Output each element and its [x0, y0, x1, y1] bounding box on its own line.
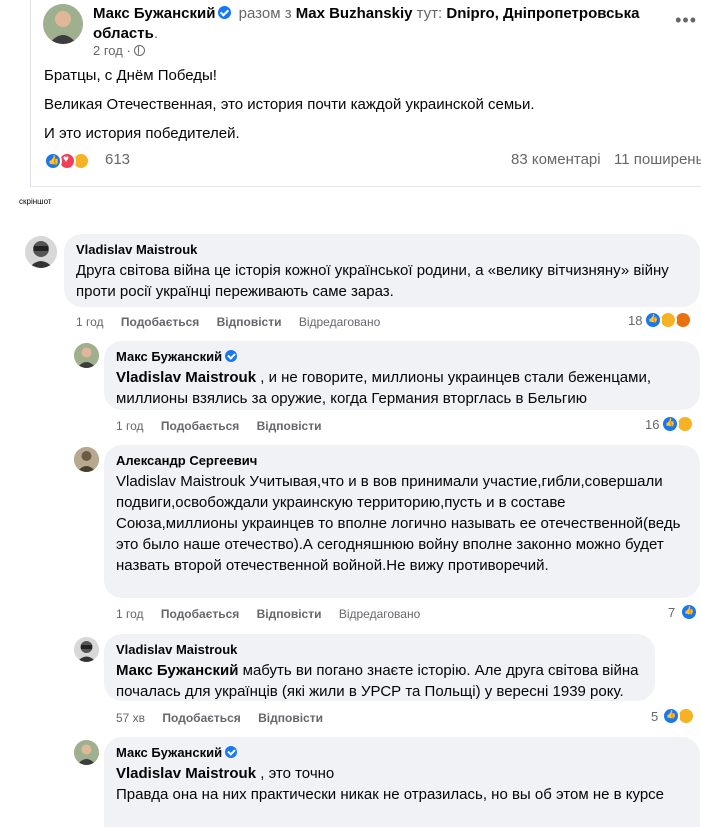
- verified-badge-icon: [218, 6, 232, 19]
- comment-bubble: Александр Сергеевич Vladislav Maistrouk …: [104, 445, 700, 598]
- comment-reaction-count: 7: [668, 605, 676, 620]
- mention-link[interactable]: Vladislav Maistrouk: [116, 765, 256, 782]
- comment-author[interactable]: Макс Бужанский: [116, 349, 688, 365]
- verified-badge-icon: [225, 746, 238, 758]
- comment-author[interactable]: Александр Сергеевич: [116, 453, 688, 469]
- commenter-avatar[interactable]: [25, 236, 57, 268]
- shares-count[interactable]: 11 поширень: [614, 151, 701, 168]
- comment-time[interactable]: 1 год: [76, 315, 104, 329]
- edited-label[interactable]: Відредаговано: [299, 315, 380, 329]
- reply-button[interactable]: Відповісти: [257, 607, 322, 621]
- comment-bubble: Макс Бужанский Vladislav Maistrouk , это…: [104, 737, 700, 827]
- location-suffix: .: [153, 25, 159, 42]
- edited-label[interactable]: Відредаговано: [339, 607, 420, 621]
- comment-author[interactable]: Vladislav Maistrouk: [116, 642, 643, 658]
- reply-button[interactable]: Відповісти: [217, 315, 282, 329]
- reply-button[interactable]: Відповісти: [258, 711, 323, 725]
- comment-text: Vladislav Maistrouk Учитывая,что и в вов…: [116, 473, 681, 574]
- comment-text: Vladislav Maistrouk , и не говорите, мил…: [116, 369, 651, 407]
- comment-bubble: Vladislav Maistrouk Макс Бужанский мабут…: [104, 634, 655, 701]
- screenshot-label: скріншот: [19, 197, 52, 206]
- post-line-1: Братцы, с Днём Победы!: [44, 67, 217, 84]
- comment-bubble: Vladislav Maistrouk Друга світова війна …: [64, 234, 700, 307]
- comment-reactions[interactable]: 18: [628, 311, 698, 331]
- commenter-avatar[interactable]: [74, 447, 99, 472]
- post-header: Макс Бужанский разом з Max Buzhanskiy ту…: [93, 4, 668, 44]
- post-line-2: Великая Отечественная, это история почти…: [44, 96, 535, 113]
- globe-icon: [133, 45, 145, 56]
- comment-text: Друга світова війна це історія кожної ук…: [76, 262, 669, 300]
- comment-reaction-count: 5: [651, 709, 659, 724]
- commenter-avatar[interactable]: [74, 343, 99, 368]
- post-author-name[interactable]: Макс Бужанский: [93, 5, 215, 22]
- post-time[interactable]: 2 год ·: [93, 43, 131, 58]
- like-reaction-icon: [680, 603, 698, 621]
- like-reaction-icon: [644, 311, 662, 329]
- shared-post-card: Макс Бужанский разом з Max Buzhanskiy ту…: [30, 0, 701, 187]
- reply-button[interactable]: Відповісти: [257, 419, 322, 433]
- comment-author[interactable]: Макс Бужанский: [116, 745, 688, 761]
- comment-reaction-count: 16: [645, 417, 660, 432]
- like-reaction-icon: [662, 707, 680, 725]
- comment-text: Макс Бужанский мабуть ви погано знаєте і…: [116, 662, 639, 700]
- post-stats: 613 83 коментарі 11 поширень: [44, 150, 701, 172]
- comments-count[interactable]: 83 коментарі: [511, 151, 601, 168]
- like-button[interactable]: Подобається: [161, 607, 239, 621]
- mention-link[interactable]: Vladislav Maistrouk: [116, 369, 256, 386]
- like-reaction-icon: [44, 152, 62, 170]
- comment-reactions[interactable]: 16: [645, 415, 700, 435]
- post-body: Братцы, с Днём Победы! Великая Отечестве…: [44, 66, 535, 153]
- comment-time[interactable]: 1 год: [116, 607, 144, 621]
- comment-text: Vladislav Maistrouk , это точно: [116, 765, 335, 782]
- mention-link[interactable]: Макс Бужанский: [116, 662, 238, 679]
- reaction-count[interactable]: 613: [105, 151, 130, 168]
- comment-reactions[interactable]: 7: [668, 603, 700, 623]
- comment-time[interactable]: 1 год: [116, 419, 144, 433]
- verified-badge-icon: [225, 350, 238, 362]
- comment-bubble: Макс Бужанский Vladislav Maistrouk , и н…: [104, 341, 700, 410]
- post-line-3: И это история победителей.: [44, 125, 240, 142]
- commenter-avatar[interactable]: [74, 637, 99, 662]
- comment-time[interactable]: 57 хв: [116, 711, 145, 725]
- comment-actions: 1 год Подобається Відповісти Відредагова…: [116, 607, 434, 621]
- post-coauthor-name[interactable]: Max Buzhanskiy: [296, 5, 413, 22]
- comment-actions: 1 год Подобається Відповісти Відредагова…: [76, 315, 394, 329]
- comment-actions: 1 год Подобається Відповісти: [116, 419, 335, 433]
- more-options-icon[interactable]: •••: [675, 10, 697, 31]
- comment-author[interactable]: Vladislav Maistrouk: [76, 242, 688, 258]
- comment-reactions[interactable]: 5: [651, 707, 700, 727]
- commenter-avatar[interactable]: [74, 740, 99, 765]
- like-reaction-icon: [661, 415, 679, 433]
- like-button[interactable]: Подобається: [162, 711, 240, 725]
- comment-reaction-count: 18: [628, 313, 643, 328]
- comment-actions: 57 хв Подобається Відповісти: [116, 711, 337, 725]
- post-meta: 2 год ·: [93, 43, 145, 58]
- like-button[interactable]: Подобається: [121, 315, 199, 329]
- post-author-avatar[interactable]: [43, 4, 83, 44]
- location-prefix: тут:: [416, 5, 443, 22]
- comment-text-line2: Правда она на них практически никак не о…: [116, 786, 664, 803]
- with-text: разом з: [238, 5, 292, 22]
- like-button[interactable]: Подобається: [161, 419, 239, 433]
